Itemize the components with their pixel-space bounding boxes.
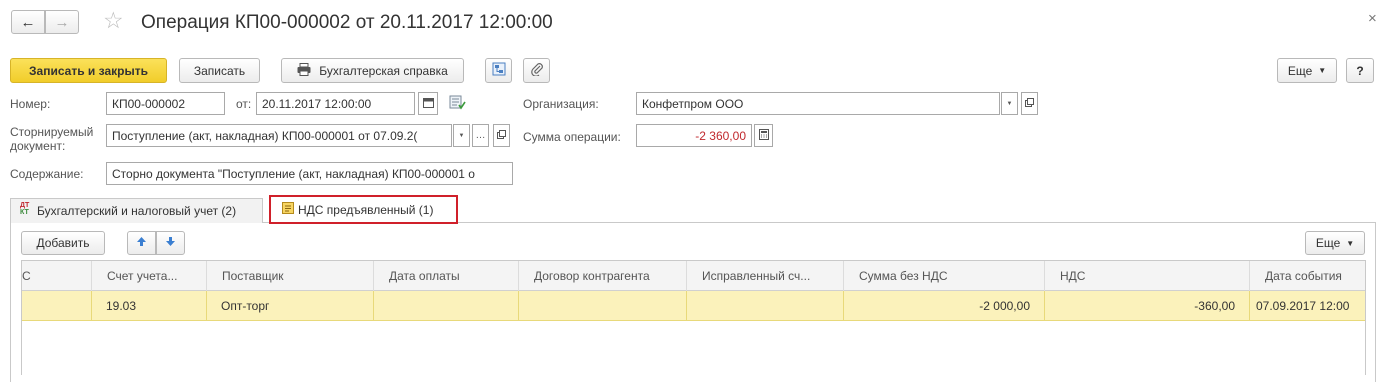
calculator-icon [758, 129, 769, 142]
column-header-account[interactable]: Счет учета... [92, 261, 207, 291]
number-field[interactable]: КП00-000002 [106, 92, 225, 115]
date-field[interactable]: 20.11.2017 12:00:00 [256, 92, 415, 115]
organization-open-button[interactable] [1021, 92, 1038, 115]
cell-account[interactable]: 19.03 [92, 291, 207, 321]
calculator-button[interactable] [754, 124, 773, 147]
storno-document-field[interactable]: Поступление (акт, накладная) КП00-000001… [106, 124, 452, 147]
table-more-button[interactable]: Еще ▼ [1305, 231, 1365, 255]
cell-vat[interactable]: -360,00 [1045, 291, 1250, 321]
move-down-button[interactable] [156, 231, 185, 255]
table-row[interactable]: 19.03 Опт-торг -2 000,00 -360,00 07.09.2… [22, 291, 1365, 321]
structure-button[interactable] [485, 58, 512, 83]
storno-document-dropdown-button[interactable]: ▼ [453, 124, 470, 147]
back-arrow-icon: ← [20, 13, 36, 31]
chevron-down-icon: ▼ [1318, 66, 1327, 75]
content-field[interactable]: Сторно документа "Поступление (акт, накл… [106, 162, 513, 185]
save-and-close-label: Записать и закрыть [29, 63, 148, 78]
cell-corrected-invoice[interactable] [687, 291, 844, 321]
accounting-report-button[interactable]: Бухгалтерская справка [281, 58, 464, 83]
column-header-corrected-invoice[interactable]: Исправленный сч... [687, 261, 844, 291]
cell-c[interactable] [22, 291, 92, 321]
ellipsis-icon: … [475, 130, 486, 141]
accounting-report-label: Бухгалтерская справка [319, 63, 448, 78]
column-header-sum-without-vat[interactable]: Сумма без НДС [844, 261, 1045, 291]
document-icon [282, 202, 294, 217]
storno-document-select-button[interactable]: … [472, 124, 489, 147]
tab-vat-presented[interactable]: НДС предъявленный (1) [269, 195, 458, 224]
column-header-vat[interactable]: НДС [1045, 261, 1250, 291]
storno-document-label-line1: Сторнируемый [10, 125, 94, 139]
calendar-button[interactable] [418, 92, 438, 115]
cell-sum-without-vat[interactable]: -2 000,00 [844, 291, 1045, 321]
column-header-payment-date[interactable]: Дата оплаты [374, 261, 519, 291]
cell-event-date[interactable]: 07.09.2017 12:00 [1250, 291, 1365, 321]
chevron-down-icon: ▼ [458, 132, 465, 139]
forward-button[interactable]: → [45, 10, 79, 34]
attachment-button[interactable] [523, 58, 550, 83]
chevron-down-icon: ▼ [1006, 100, 1013, 107]
content-label: Содержание: [10, 167, 84, 181]
favorite-star-icon[interactable]: ☆ [103, 7, 124, 34]
calendar-icon [422, 97, 434, 110]
open-link-icon [1025, 98, 1034, 109]
organization-dropdown-button[interactable]: ▼ [1001, 92, 1018, 115]
column-header-contract[interactable]: Договор контрагента [519, 261, 687, 291]
open-link-icon [497, 130, 506, 141]
add-row-button[interactable]: Добавить [21, 231, 105, 255]
add-row-label: Добавить [36, 236, 90, 250]
organization-field[interactable]: Конфетпром ООО [636, 92, 1000, 115]
operation-sum-label: Сумма операции: [523, 130, 621, 144]
cell-supplier[interactable]: Опт-торг [207, 291, 374, 321]
cell-payment-date[interactable] [374, 291, 519, 321]
paperclip-icon [530, 62, 544, 79]
back-button[interactable]: ← [11, 10, 45, 34]
arrow-down-icon [165, 236, 176, 250]
arrow-up-icon [136, 236, 147, 250]
structure-icon [492, 62, 506, 79]
save-and-close-button[interactable]: Записать и закрыть [10, 58, 167, 83]
printer-icon [297, 62, 311, 79]
vat-table: С Счет учета... Поставщик Дата оплаты До… [21, 260, 1366, 375]
document-posting-icon[interactable] [449, 95, 466, 114]
column-header-event-date[interactable]: Дата события [1250, 261, 1365, 291]
window-title: Операция КП00-000002 от 20.11.2017 12:00… [141, 12, 553, 33]
storno-document-open-button[interactable] [493, 124, 510, 147]
table-header: С Счет учета... Поставщик Дата оплаты До… [22, 261, 1365, 291]
date-label: от: [236, 97, 252, 111]
help-label: ? [1356, 63, 1364, 78]
debit-credit-icon: ДТ КТ [20, 202, 30, 216]
organization-label: Организация: [523, 97, 599, 111]
operation-sum-field[interactable]: -2 360,00 [636, 124, 752, 147]
close-icon[interactable]: × [1368, 10, 1377, 27]
move-up-button[interactable] [127, 231, 156, 255]
more-button[interactable]: Еще ▼ [1277, 58, 1337, 83]
forward-arrow-icon: → [54, 13, 70, 31]
column-header-c[interactable]: С [22, 261, 92, 291]
help-button[interactable]: ? [1346, 58, 1374, 83]
save-button[interactable]: Записать [179, 58, 260, 83]
more-label: Еще [1287, 63, 1313, 78]
table-more-label: Еще [1315, 236, 1341, 250]
storno-document-label-line2: документ: [10, 139, 66, 153]
save-label: Записать [193, 63, 246, 78]
column-header-supplier[interactable]: Поставщик [207, 261, 374, 291]
cell-contract[interactable] [519, 291, 687, 321]
storno-document-label: Сторнируемый документ: [10, 125, 93, 153]
number-label: Номер: [10, 97, 51, 111]
tab-accounting[interactable]: ДТ КТ Бухгалтерский и налоговый учет (2) [10, 198, 263, 223]
tab-vat-presented-label: НДС предъявленный (1) [298, 202, 434, 217]
chevron-down-icon: ▼ [1346, 238, 1355, 248]
tab-accounting-label: Бухгалтерский и налоговый учет (2) [37, 204, 237, 218]
